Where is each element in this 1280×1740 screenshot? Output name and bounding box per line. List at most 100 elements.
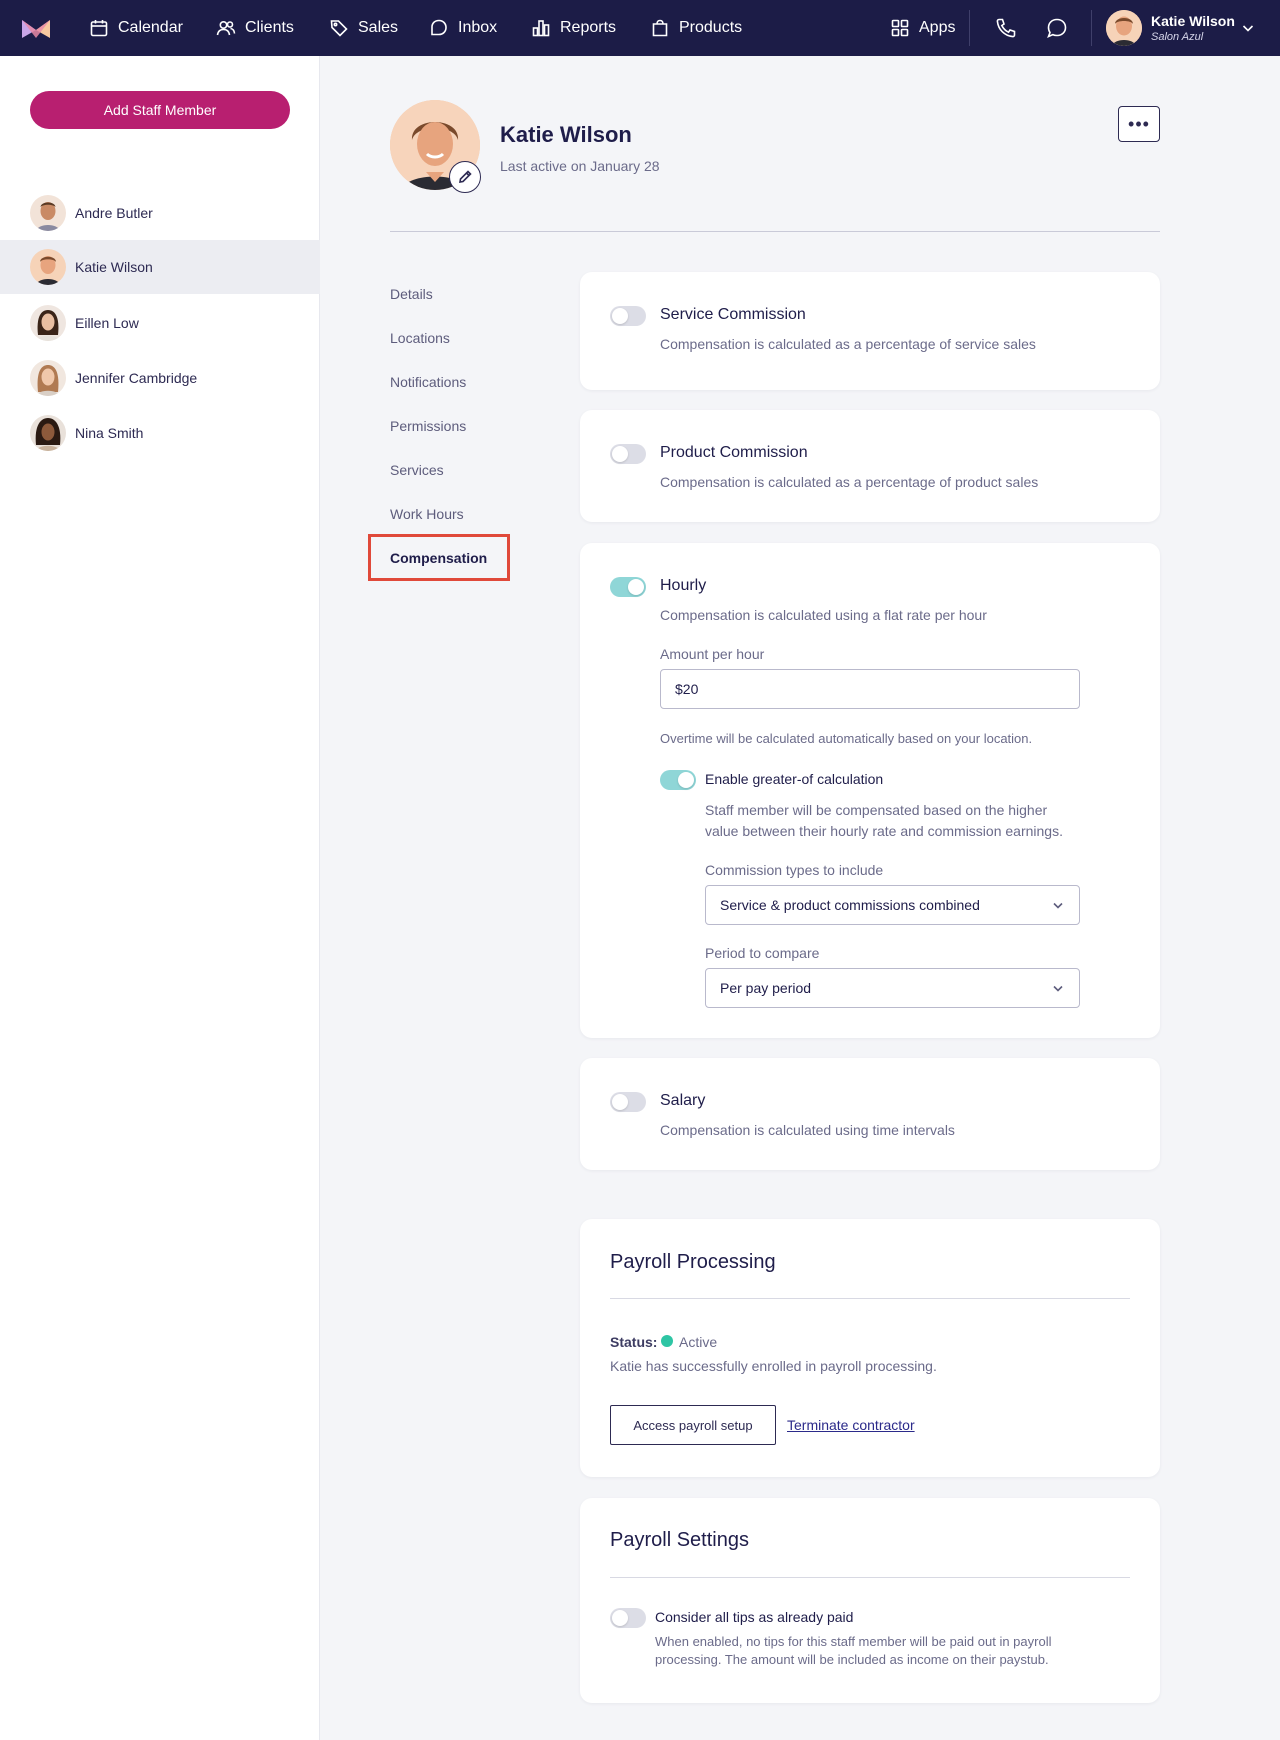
- section-title: Payroll Settings: [610, 1529, 749, 1551]
- card-title: Salary: [660, 1092, 706, 1109]
- greater-of-toggle[interactable]: [660, 770, 696, 790]
- phone-icon: [996, 18, 1016, 38]
- service-commission-toggle[interactable]: [610, 306, 646, 326]
- period-compare-value: Per pay period: [720, 980, 812, 996]
- salary-card: Salary Compensation is calculated using …: [580, 1058, 1160, 1170]
- chevron-down-icon: [1051, 898, 1065, 912]
- edit-avatar-button[interactable]: [449, 161, 481, 193]
- commission-types-label: Commission types to include: [705, 862, 884, 878]
- nav-divider-2: [1091, 10, 1092, 46]
- period-compare-label: Period to compare: [705, 945, 820, 961]
- subnav-details[interactable]: Details: [390, 286, 433, 302]
- more-options-button[interactable]: •••: [1118, 106, 1160, 142]
- nav-reports[interactable]: Reports: [531, 0, 616, 56]
- staff-list-item[interactable]: Andre Butler: [0, 186, 320, 240]
- tips-paid-label: Consider all tips as already paid: [655, 1609, 854, 1625]
- user-name[interactable]: Katie Wilson: [1151, 13, 1235, 29]
- staff-name: Andre Butler: [75, 205, 153, 221]
- nav-apps[interactable]: Apps: [890, 0, 955, 56]
- nav-sales-label: Sales: [358, 19, 399, 36]
- nav-clients[interactable]: Clients: [216, 0, 294, 56]
- terminate-contractor-link[interactable]: Terminate contractor: [787, 1417, 915, 1433]
- staff-list-item-active[interactable]: Katie Wilson: [0, 240, 320, 294]
- payroll-processing-card: Payroll Processing Status: Active Katie …: [580, 1219, 1160, 1477]
- amount-per-hour-input[interactable]: [660, 669, 1080, 709]
- card-title: Hourly: [660, 577, 707, 594]
- section-divider: [610, 1298, 1130, 1299]
- top-navigation: Calendar Clients Sales Inbox Reports Pro…: [0, 0, 1280, 56]
- avatar: [30, 360, 66, 396]
- card-description: Compensation is calculated as a percenta…: [660, 336, 1036, 352]
- greater-of-desc-line2: value between their hourly rate and comm…: [705, 823, 1063, 839]
- commission-types-value: Service & product commissions combined: [720, 897, 980, 913]
- nav-calendar-label: Calendar: [118, 19, 183, 36]
- status-badge: Active: [679, 1334, 718, 1350]
- ellipsis-icon: •••: [1128, 113, 1150, 134]
- section-divider: [610, 1577, 1130, 1578]
- avatar: [30, 195, 66, 231]
- nav-inbox[interactable]: Inbox: [429, 0, 497, 56]
- card-description: Compensation is calculated using a flat …: [660, 607, 987, 623]
- subnav-services[interactable]: Services: [390, 462, 444, 478]
- brand-logo[interactable]: [20, 16, 52, 40]
- phone-button[interactable]: [994, 16, 1018, 40]
- service-commission-card: Service Commission Compensation is calcu…: [580, 272, 1160, 390]
- greater-of-label: Enable greater-of calculation: [705, 771, 884, 787]
- reports-icon: [532, 20, 550, 37]
- product-commission-toggle[interactable]: [610, 444, 646, 464]
- nav-clients-label: Clients: [245, 19, 294, 36]
- subnav-notifications[interactable]: Notifications: [390, 374, 466, 390]
- subnav-permissions[interactable]: Permissions: [390, 418, 466, 434]
- payroll-message: Katie has successfully enrolled in payro…: [610, 1358, 937, 1374]
- tag-icon: [330, 20, 348, 37]
- chat-bubble-icon: [1047, 18, 1067, 39]
- period-compare-select[interactable]: Per pay period: [705, 968, 1080, 1008]
- chat-button[interactable]: [1045, 16, 1069, 40]
- nav-sales[interactable]: Sales: [329, 0, 398, 56]
- nav-products[interactable]: Products: [650, 0, 742, 56]
- staff-list-item[interactable]: Nina Smith: [0, 406, 320, 460]
- profile-name: Katie Wilson: [500, 122, 632, 147]
- subnav-compensation[interactable]: Compensation: [368, 534, 510, 581]
- last-active-text: Last active on January 28: [500, 158, 660, 174]
- staff-name: Katie Wilson: [75, 259, 153, 275]
- nav-apps-label: Apps: [919, 19, 956, 36]
- staff-list-item[interactable]: Eillen Low: [0, 296, 320, 350]
- apps-grid-icon: [891, 19, 909, 37]
- payroll-settings-card: Payroll Settings Consider all tips as al…: [580, 1498, 1160, 1703]
- status-active-dot: [661, 1335, 673, 1347]
- staff-name: Jennifer Cambridge: [75, 370, 198, 386]
- staff-name: Eillen Low: [75, 315, 139, 331]
- nav-divider: [969, 10, 970, 46]
- avatar: [30, 415, 66, 451]
- product-commission-card: Product Commission Compensation is calcu…: [580, 410, 1160, 522]
- staff-name: Nina Smith: [75, 425, 144, 441]
- amount-per-hour-label: Amount per hour: [660, 646, 765, 662]
- user-location: Salon Azul: [1151, 31, 1204, 43]
- avatar: [30, 305, 66, 341]
- nav-calendar[interactable]: Calendar: [89, 0, 183, 56]
- header-divider: [390, 231, 1160, 232]
- overtime-note: Overtime will be calculated automaticall…: [660, 731, 1033, 746]
- access-payroll-setup-button[interactable]: Access payroll setup: [610, 1405, 776, 1445]
- staff-sidebar: Add Staff Member Andre Butler Katie Wils…: [0, 56, 320, 1740]
- salary-toggle[interactable]: [610, 1092, 646, 1112]
- inbox-icon: [431, 19, 447, 36]
- subnav-locations[interactable]: Locations: [390, 330, 450, 346]
- pencil-icon: [459, 170, 472, 183]
- chevron-down-icon[interactable]: [1240, 20, 1256, 36]
- clients-icon: [216, 20, 236, 36]
- commission-types-select[interactable]: Service & product commissions combined: [705, 885, 1080, 925]
- avatar: [30, 249, 66, 285]
- staff-list-item[interactable]: Jennifer Cambridge: [0, 351, 320, 405]
- subnav-work-hours[interactable]: Work Hours: [390, 506, 464, 522]
- greater-of-desc-line1: Staff member will be compensated based o…: [705, 802, 1048, 818]
- tips-paid-toggle[interactable]: [610, 1608, 646, 1628]
- status-label: Status:: [610, 1334, 658, 1350]
- hourly-toggle[interactable]: [610, 577, 646, 597]
- bag-icon: [652, 19, 668, 37]
- add-staff-button[interactable]: Add Staff Member: [30, 91, 290, 129]
- user-avatar[interactable]: [1106, 10, 1142, 46]
- chevron-down-icon: [1051, 981, 1065, 995]
- card-title: Product Commission: [660, 444, 808, 461]
